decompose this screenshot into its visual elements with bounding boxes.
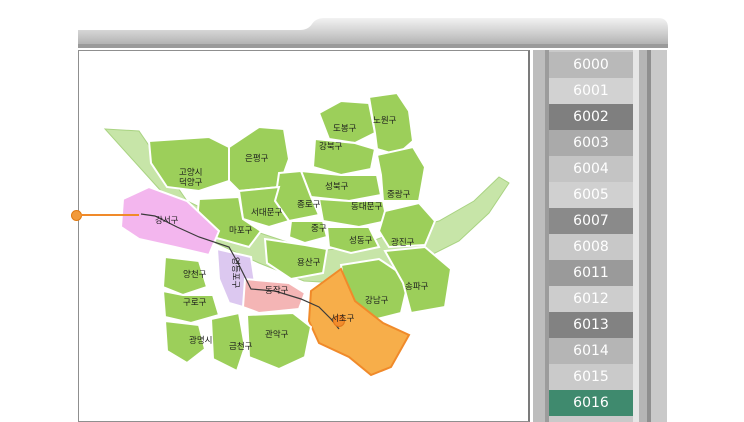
label-yongsan: 용산구: [297, 257, 321, 268]
route-button-6012[interactable]: 6012: [549, 286, 633, 312]
route-button-6004[interactable]: 6004: [549, 156, 633, 182]
top-header-bar: [78, 18, 668, 48]
label-geumcheon: 금천구: [229, 341, 253, 352]
label-jongno: 종로구: [297, 200, 321, 210]
label-eunpyeong: 은평구: [245, 153, 269, 164]
route-map-panel: 노원구 도봉구 강북구 은평구 고양시 덕양구 성북구 중랑구 종로구 서대문구…: [78, 50, 530, 422]
route-button-6014[interactable]: 6014: [549, 338, 633, 364]
label-dobong: 도봉구: [333, 124, 357, 134]
route-origin-connector: [81, 214, 139, 216]
label-seongdong: 성동구: [349, 236, 373, 246]
region-dongjak: [241, 277, 307, 315]
label-mapo: 마포구: [229, 226, 253, 236]
route-button-6008[interactable]: 6008: [549, 234, 633, 260]
route-button-6013[interactable]: 6013: [549, 312, 633, 338]
label-seongbuk: 성북구: [325, 182, 349, 192]
region-gwanak: [245, 311, 313, 371]
label-jungnang: 중랑구: [387, 189, 411, 200]
region-dobong: [317, 99, 377, 145]
label-seodaemun: 서대문구: [251, 208, 282, 218]
label-gwangjin: 광진구: [391, 237, 415, 248]
route-button-6016[interactable]: 6016: [549, 390, 633, 416]
label-guro: 구로구: [183, 298, 207, 308]
label-gangnam: 강남구: [365, 295, 389, 306]
label-junggu: 중구: [311, 224, 327, 234]
label-goyang-2: 덕양구: [179, 177, 203, 188]
label-dongdaemun: 동대문구: [351, 202, 382, 212]
route-button-6000[interactable]: 6000: [549, 52, 633, 78]
route-button-6015[interactable]: 6015: [549, 364, 633, 390]
label-yeongdeungpo: 영등포구: [230, 257, 241, 288]
label-dongjak: 동작구: [265, 285, 289, 296]
seoul-district-map: 노원구 도봉구 강북구 은평구 고양시 덕양구 성북구 중랑구 종로구 서대문구…: [103, 91, 510, 377]
route-button-6001[interactable]: 6001: [549, 78, 633, 104]
route-button-6003[interactable]: 6003: [549, 130, 633, 156]
label-gangbuk: 강북구: [319, 141, 343, 152]
label-gwanak: 관악구: [265, 329, 289, 340]
route-button-6005[interactable]: 6005: [549, 182, 633, 208]
label-seocho: 서초구: [331, 314, 355, 324]
route-button-6011[interactable]: 6011: [549, 260, 633, 286]
label-gwangmyeong: 광명시: [189, 335, 212, 346]
label-gangseo: 강서구: [155, 215, 179, 226]
label-yangcheon: 양천구: [183, 269, 207, 280]
label-nowon: 노원구: [373, 116, 397, 126]
route-button-6007[interactable]: 6007: [549, 208, 633, 234]
label-songpa: 송파구: [405, 282, 429, 292]
route-list: 6000 6001 6002 6003 6004 6005 6007 6008 6011 6012…: [549, 52, 633, 416]
label-goyang-1: 고양시: [179, 167, 202, 178]
route-button-6002[interactable]: 6002: [549, 104, 633, 130]
